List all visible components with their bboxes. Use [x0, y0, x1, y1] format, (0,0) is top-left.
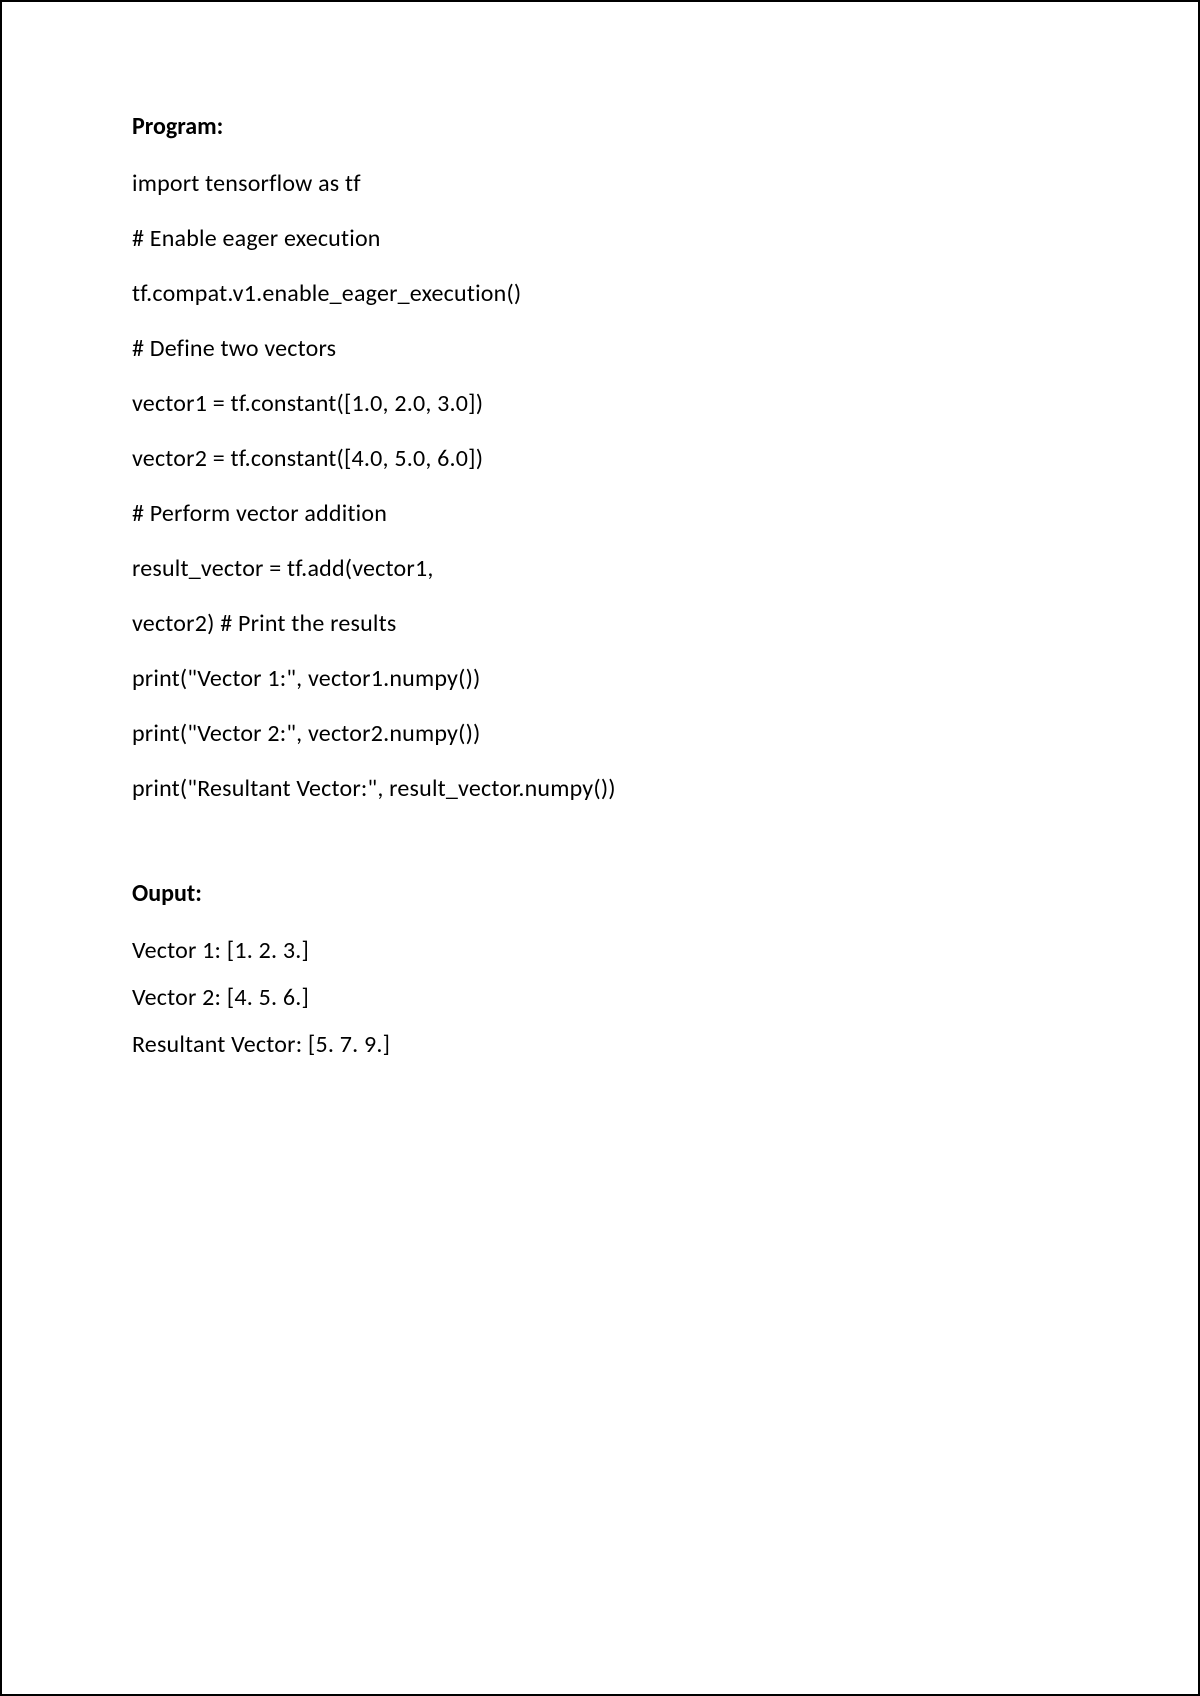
program-heading: Program: [132, 112, 1068, 141]
output-line: Resultant Vector: [5. 7. 9.] [132, 1030, 1068, 1059]
code-line: vector2 = tf.constant([4.0, 5.0, 6.0]) [132, 444, 1068, 473]
code-line: print("Vector 2:", vector2.numpy()) [132, 719, 1068, 748]
code-line: # Enable eager execution [132, 224, 1068, 253]
code-line: print("Vector 1:", vector1.numpy()) [132, 664, 1068, 693]
code-line: result_vector = tf.add(vector1, [132, 554, 1068, 583]
code-line: tf.compat.v1.enable_eager_execution() [132, 279, 1068, 308]
section-gap [132, 829, 1068, 879]
code-line: vector2) # Print the results [132, 609, 1068, 638]
code-line: print("Resultant Vector:", result_vector… [132, 774, 1068, 803]
document-page: Program: import tensorflow as tf # Enabl… [0, 0, 1200, 1696]
code-line: import tensorflow as tf [132, 169, 1068, 198]
output-heading: Ouput: [132, 879, 1068, 908]
code-line: vector1 = tf.constant([1.0, 2.0, 3.0]) [132, 389, 1068, 418]
code-line: # Perform vector addition [132, 499, 1068, 528]
code-line: # Define two vectors [132, 334, 1068, 363]
output-line: Vector 2: [4. 5. 6.] [132, 983, 1068, 1012]
output-line: Vector 1: [1. 2. 3.] [132, 936, 1068, 965]
